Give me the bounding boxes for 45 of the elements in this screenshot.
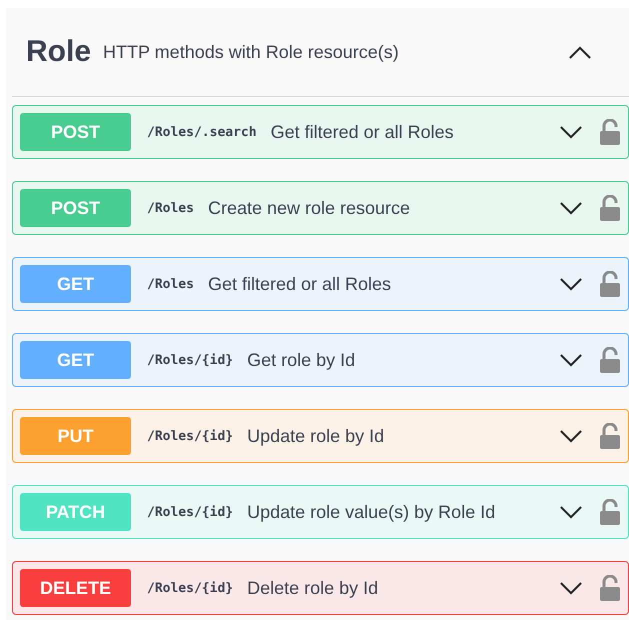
endpoint-summary: Get filtered or all Roles [270, 122, 454, 142]
section-title: Role [26, 35, 92, 69]
endpoint-row[interactable]: GET /Roles Get filtered or all Roles [12, 257, 629, 311]
endpoint-row[interactable]: POST /Roles Create new role resource [12, 181, 629, 235]
open-padlock-icon[interactable] [600, 195, 620, 221]
method-badge: PATCH [20, 493, 131, 531]
expand-caret-icon[interactable] [560, 126, 582, 138]
method-badge: PUT [20, 417, 131, 455]
expand-caret-icon[interactable] [560, 202, 582, 214]
endpoint-row[interactable]: POST /Roles/.search Get filtered or all Roles [12, 105, 629, 159]
endpoint-summary: Update role value(s) by Role Id [247, 502, 496, 522]
endpoint-summary: Get role by Id [247, 350, 356, 370]
open-padlock-icon[interactable] [600, 271, 620, 297]
method-badge: GET [20, 265, 131, 303]
method-badge: POST [20, 189, 131, 227]
method-badge: GET [20, 341, 131, 379]
endpoint-row[interactable]: DELETE /Roles/{id} Delete role by Id [12, 561, 629, 615]
method-badge: POST [20, 113, 131, 151]
endpoint-summary: Get filtered or all Roles [208, 274, 392, 294]
open-padlock-icon[interactable] [600, 499, 620, 525]
open-padlock-icon[interactable] [600, 423, 620, 449]
endpoint-path: /Roles/{id} [147, 428, 234, 444]
endpoint-summary: Delete role by Id [247, 578, 378, 598]
endpoint-path: /Roles/{id} [147, 504, 234, 520]
endpoint-path: /Roles/.search [147, 124, 257, 140]
endpoint-path: /Roles [147, 276, 194, 292]
expand-caret-icon[interactable] [560, 430, 582, 442]
endpoint-summary: Create new role resource [208, 198, 410, 218]
endpoint-path: /Roles [147, 200, 194, 216]
endpoint-row[interactable]: PATCH /Roles/{id} Update role value(s) by Role Id [12, 485, 629, 539]
open-padlock-icon[interactable] [600, 347, 620, 373]
expand-caret-icon[interactable] [560, 582, 582, 594]
endpoint-path: /Roles/{id} [147, 352, 234, 368]
expand-caret-icon[interactable] [560, 506, 582, 518]
open-padlock-icon[interactable] [600, 575, 620, 601]
endpoint-row[interactable]: GET /Roles/{id} Get role by Id [12, 333, 629, 387]
section-description: HTTP methods with Role resource(s) [103, 42, 399, 62]
expand-caret-icon[interactable] [560, 278, 582, 290]
endpoint-row[interactable]: PUT /Roles/{id} Update role by Id [12, 409, 629, 463]
method-badge: DELETE [20, 569, 131, 607]
collapse-caret-icon[interactable] [569, 46, 591, 58]
endpoint-path: /Roles/{id} [147, 580, 234, 596]
expand-caret-icon[interactable] [560, 354, 582, 366]
open-padlock-icon[interactable] [600, 119, 620, 145]
endpoint-summary: Update role by Id [247, 426, 384, 446]
